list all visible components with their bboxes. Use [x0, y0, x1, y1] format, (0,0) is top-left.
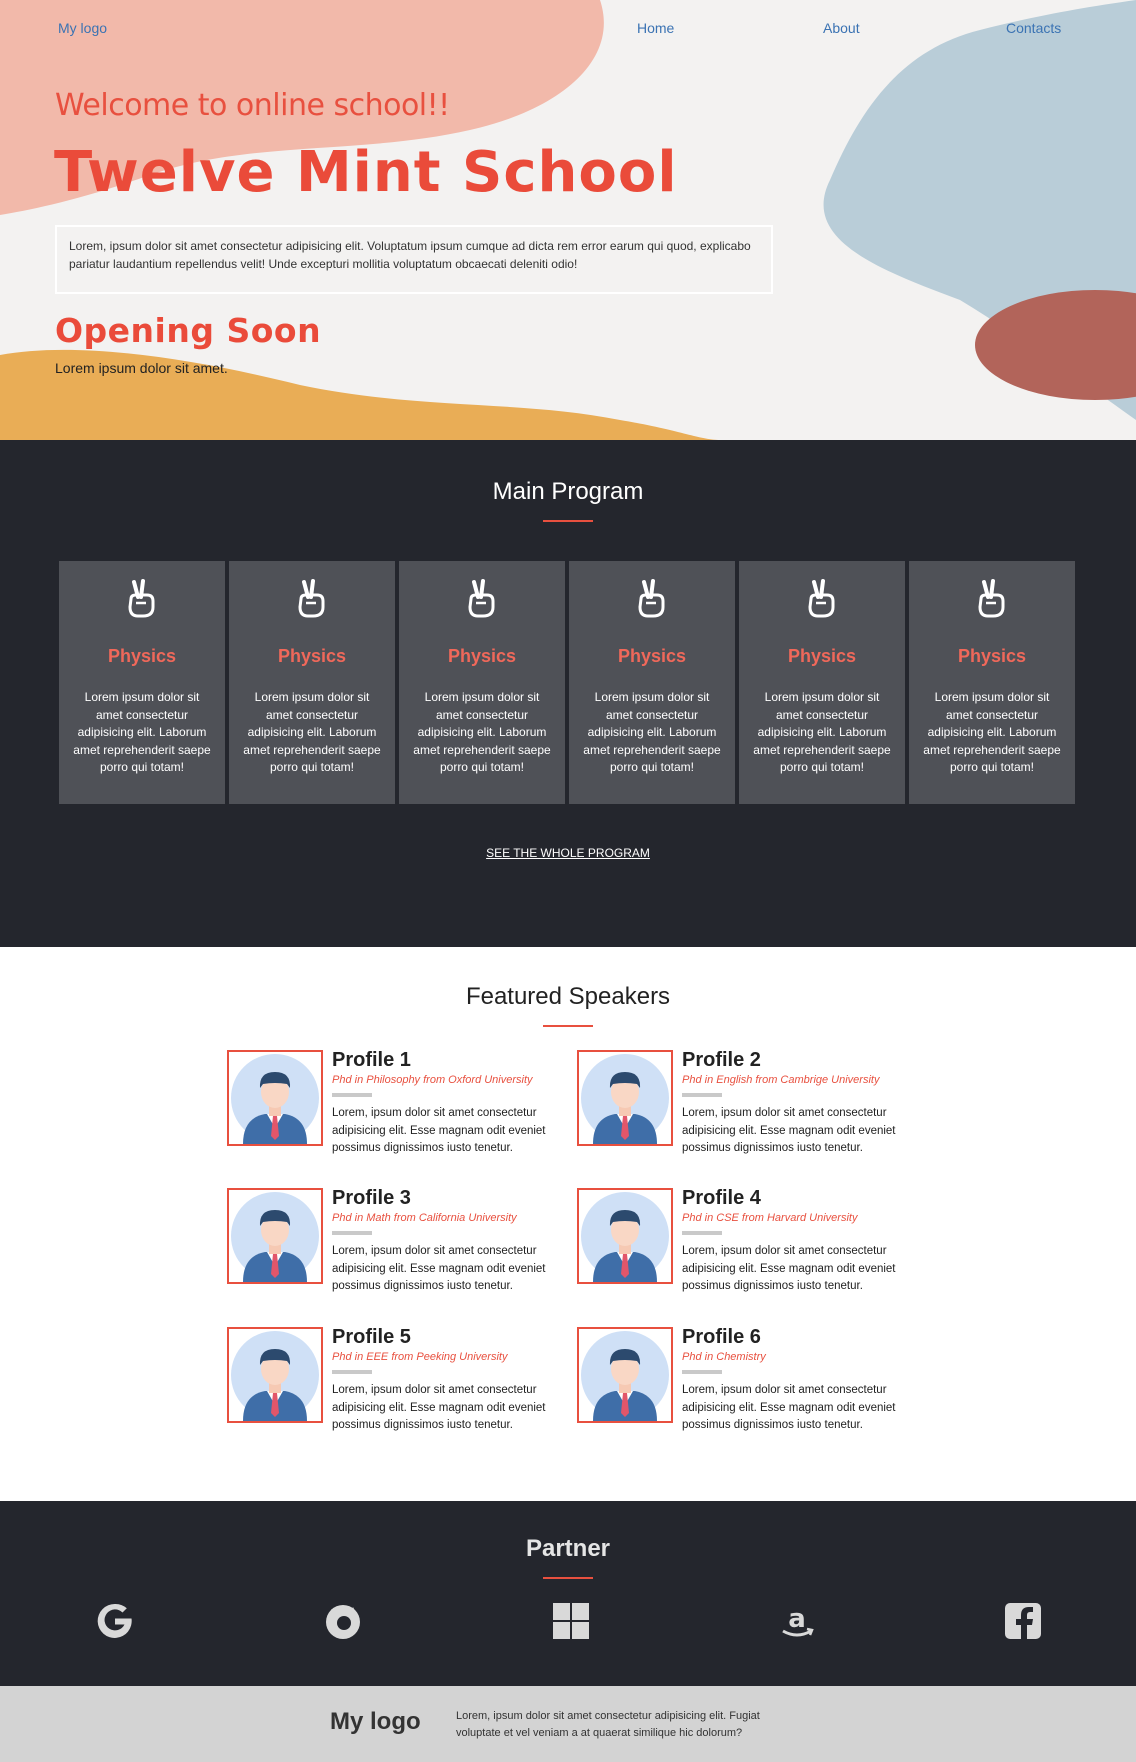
program-section: Main Program Physics Lorem ipsum dolor si… — [0, 440, 1136, 947]
profile-name[interactable]: Profile 5 — [332, 1327, 572, 1347]
hero-welcome: Welcome to online school!! — [55, 88, 450, 123]
profile-name[interactable]: Profile 4 — [682, 1188, 922, 1208]
program-title: Main Program — [492, 478, 644, 505]
opening-title: Opening Soon — [55, 311, 322, 350]
victory-hand-icon — [805, 579, 839, 619]
program-card-title: Physics — [447, 646, 517, 666]
partner-title: Partner — [525, 1535, 611, 1562]
profile-name[interactable]: Profile 6 — [682, 1327, 922, 1347]
nav-link-contacts[interactable]: Contacts — [1006, 20, 1061, 36]
top-nav: My logo Home About Contacts — [0, 20, 1136, 40]
profile-divider — [682, 1370, 722, 1374]
program-card-text: Lorem ipsum dolor sit amet consectetur a… — [923, 690, 1061, 774]
avatar — [227, 1050, 323, 1146]
profile-degree: Phd in English from Cambrige University — [682, 1074, 880, 1086]
program-cards: Physics Lorem ipsum dolor sit amet consec… — [59, 561, 1077, 804]
program-card[interactable]: Physics Lorem ipsum dolor sit amet consec… — [569, 561, 735, 804]
profile-divider — [682, 1231, 722, 1235]
program-card[interactable]: Physics Lorem ipsum dolor sit amet consec… — [229, 561, 395, 804]
svg-text:a: a — [788, 1604, 806, 1634]
profile-degree: Phd in Chemistry — [682, 1351, 766, 1363]
profile-description: Lorem, ipsum dolor sit amet consectetur … — [332, 1384, 546, 1431]
profile-description: Lorem, ipsum dolor sit amet consectetur … — [332, 1107, 546, 1154]
program-card-title: Physics — [617, 646, 687, 666]
speakers-section: Featured Speakers Profile 1 Phd in Philos… — [0, 947, 1136, 1501]
partner-title-underline — [543, 1577, 593, 1579]
program-card-title: Physics — [277, 646, 347, 666]
footer-text: Lorem, ipsum dolor sit amet consectetur … — [456, 1710, 760, 1739]
nav-link-home[interactable]: Home — [637, 20, 674, 36]
hero-description: Lorem, ipsum dolor sit amet consectetur … — [55, 225, 773, 294]
program-card-text: Lorem ipsum dolor sit amet consectetur a… — [753, 690, 891, 774]
program-card[interactable]: Physics Lorem ipsum dolor sit amet consec… — [399, 561, 565, 804]
speaker-profile: Profile 2 Phd in English from Cambrige Un… — [577, 1050, 917, 1154]
avatar — [577, 1188, 673, 1284]
hero-title: Twelve Mint School — [54, 140, 678, 205]
avatar — [227, 1327, 323, 1423]
speaker-profile: Profile 6 Phd in Chemistry Lorem, ipsum do… — [577, 1327, 917, 1431]
nav-link-about[interactable]: About — [823, 20, 860, 36]
avatar — [577, 1050, 673, 1146]
program-card[interactable]: Physics Lorem ipsum dolor sit amet consec… — [739, 561, 905, 804]
profile-divider — [332, 1231, 372, 1235]
program-card-title: Physics — [957, 646, 1027, 666]
profile-name[interactable]: Profile 2 — [682, 1050, 922, 1070]
victory-hand-icon — [465, 579, 499, 619]
partner-logos: a — [0, 1601, 1136, 1641]
firefox-icon[interactable] — [323, 1601, 363, 1641]
program-card[interactable]: Physics Lorem ipsum dolor sit amet consec… — [909, 561, 1075, 804]
profile-divider — [682, 1093, 722, 1097]
program-card-text: Lorem ipsum dolor sit amet consectetur a… — [583, 690, 721, 774]
program-title-underline — [543, 520, 593, 522]
speaker-profile: Profile 3 Phd in Math from California Uni… — [227, 1188, 567, 1292]
opening-text: Lorem ipsum dolor sit amet. — [55, 360, 228, 376]
victory-hand-icon — [295, 579, 329, 619]
speakers-title-underline — [543, 1025, 593, 1027]
amazon-icon[interactable]: a — [777, 1601, 817, 1641]
program-card-title: Physics — [107, 646, 177, 666]
profile-description: Lorem, ipsum dolor sit amet consectetur … — [682, 1107, 896, 1154]
program-card-title: Physics — [787, 646, 857, 666]
partner-section: Partner a — [0, 1501, 1136, 1686]
google-icon[interactable] — [95, 1601, 135, 1641]
see-program-link[interactable]: SEE THE WHOLE PROGRAM — [486, 846, 650, 860]
speaker-profile: Profile 1 Phd in Philosophy from Oxford U… — [227, 1050, 567, 1154]
profile-description: Lorem, ipsum dolor sit amet consectetur … — [682, 1245, 896, 1292]
footer: My logo Lorem, ipsum dolor sit amet cons… — [0, 1686, 1136, 1762]
speakers-title: Featured Speakers — [465, 983, 671, 1010]
victory-hand-icon — [125, 579, 159, 619]
avatar — [577, 1327, 673, 1423]
program-card[interactable]: Physics Lorem ipsum dolor sit amet consec… — [59, 561, 225, 804]
footer-logo[interactable]: My logo — [330, 1708, 421, 1736]
profile-name[interactable]: Profile 3 — [332, 1188, 572, 1208]
program-card-text: Lorem ipsum dolor sit amet consectetur a… — [413, 690, 551, 774]
profile-description: Lorem, ipsum dolor sit amet consectetur … — [332, 1245, 546, 1292]
speaker-profile: Profile 4 Phd in CSE from Harvard Univers… — [577, 1188, 917, 1292]
speaker-profile: Profile 5 Phd in EEE from Peeking Univers… — [227, 1327, 567, 1431]
nav-logo[interactable]: My logo — [58, 20, 107, 36]
program-card-text: Lorem ipsum dolor sit amet consectetur a… — [73, 690, 211, 774]
facebook-icon[interactable] — [1003, 1601, 1043, 1641]
profile-divider — [332, 1093, 372, 1097]
victory-hand-icon — [975, 579, 1009, 619]
profile-degree: Phd in Philosophy from Oxford University — [332, 1074, 533, 1086]
victory-hand-icon — [635, 579, 669, 619]
windows-icon[interactable] — [551, 1601, 591, 1641]
program-card-text: Lorem ipsum dolor sit amet consectetur a… — [243, 690, 381, 774]
profile-description: Lorem, ipsum dolor sit amet consectetur … — [682, 1384, 896, 1431]
profile-degree: Phd in Math from California University — [332, 1212, 517, 1224]
profile-name[interactable]: Profile 1 — [332, 1050, 572, 1070]
avatar — [227, 1188, 323, 1284]
profile-degree: Phd in CSE from Harvard University — [682, 1212, 858, 1224]
profile-divider — [332, 1370, 372, 1374]
profile-degree: Phd in EEE from Peeking University — [332, 1351, 508, 1363]
hero-section: My logo Home About Contacts Welcome to o… — [0, 0, 1136, 440]
